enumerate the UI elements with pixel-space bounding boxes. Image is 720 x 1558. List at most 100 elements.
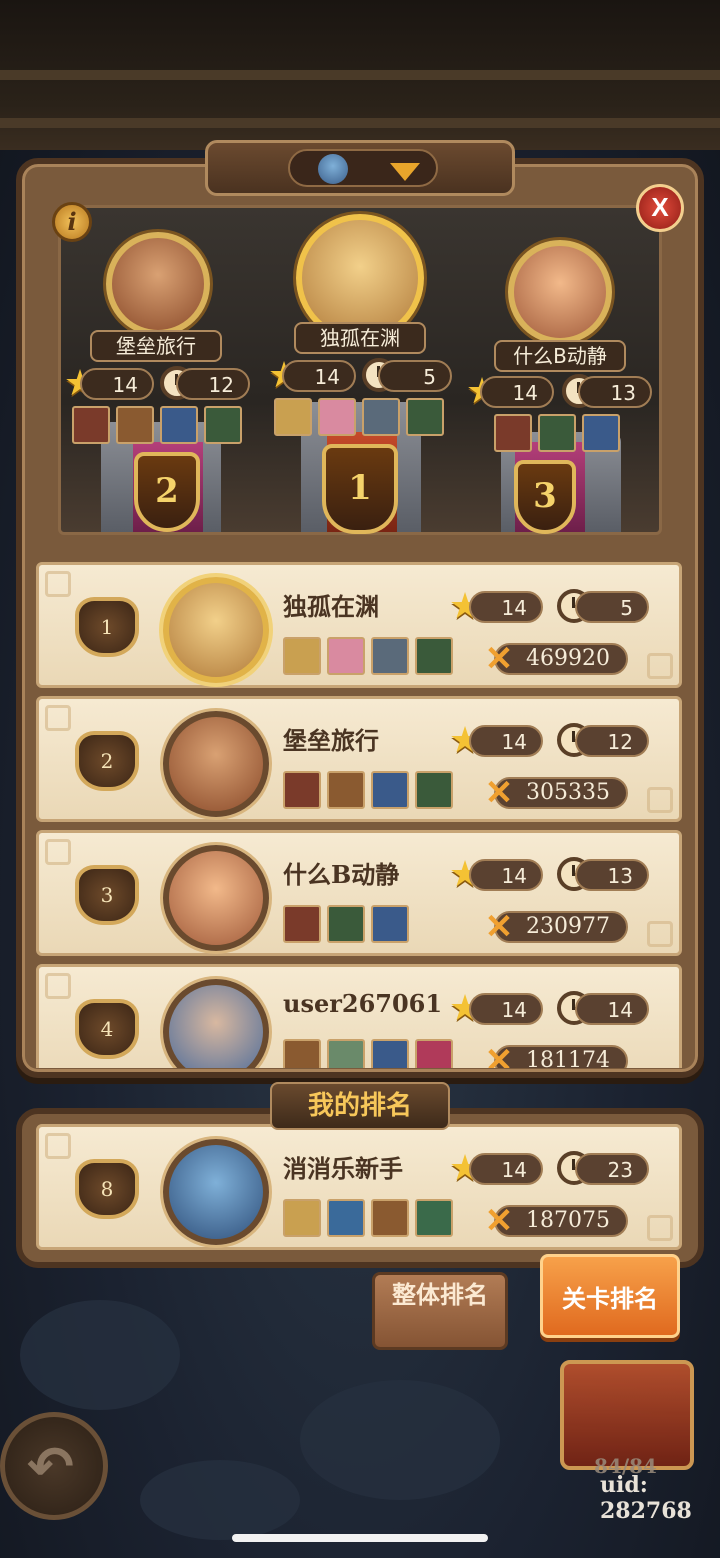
user-id: uid: 282768 xyxy=(600,1472,692,1524)
podium-time-second: 12 xyxy=(176,368,250,400)
player-avatar[interactable] xyxy=(163,711,269,817)
stars-pill: 14 xyxy=(469,591,543,623)
hero-thumb xyxy=(371,771,409,809)
hero-thumb xyxy=(283,1039,321,1068)
ranking-row[interactable]: 1 独孤在渊 ★ 14 5 469920 ✕ xyxy=(36,562,682,688)
score-value: 230977 xyxy=(526,914,610,939)
player-name: 消消乐新手 xyxy=(283,1154,403,1183)
score-value: 469920 xyxy=(526,646,610,671)
podium-name-first: 独孤在渊 xyxy=(294,322,426,354)
row-ornament xyxy=(45,839,71,865)
player-avatar[interactable] xyxy=(163,1139,269,1245)
score-value: 305335 xyxy=(526,780,610,805)
rank-shield-second: 2 xyxy=(134,452,200,532)
swords-icon: ✕ xyxy=(484,908,514,946)
hero-thumb xyxy=(283,1199,321,1237)
hero-thumb xyxy=(494,414,532,452)
chevron-down-icon xyxy=(390,163,420,181)
podium-time-first: 5 xyxy=(378,360,452,392)
tab-overall-ranking[interactable]: 整体排名 xyxy=(372,1272,508,1350)
row-ornament xyxy=(647,1215,673,1241)
hero-thumb xyxy=(327,1039,365,1068)
my-rank-title: 我的排名 xyxy=(270,1082,450,1130)
ranking-row[interactable]: 3 什么B动静 ★ 14 13 230977 ✕ xyxy=(36,830,682,956)
rank-badge: 4 xyxy=(75,999,139,1059)
my-rank-container: 8 消消乐新手 ★ 14 23 187075 ✕ xyxy=(36,1124,684,1256)
close-button[interactable]: X xyxy=(636,184,684,232)
hero-thumb xyxy=(415,1039,453,1068)
podium-avatar-second[interactable] xyxy=(106,232,210,336)
stars-pill: 14 xyxy=(469,859,543,891)
rank-badge: 2 xyxy=(75,731,139,791)
info-button[interactable]: i xyxy=(52,202,92,242)
back-arrow-icon: ↶ xyxy=(27,1435,74,1500)
home-indicator[interactable] xyxy=(232,1534,488,1542)
podium-name-third: 什么B动静 xyxy=(494,340,626,372)
rank-badge: 3 xyxy=(75,865,139,925)
time-pill: 23 xyxy=(575,1153,649,1185)
player-avatar[interactable] xyxy=(163,845,269,951)
hero-thumb xyxy=(204,406,242,444)
stars-value: 14 xyxy=(512,381,538,405)
tab-stage-ranking[interactable]: 关卡排名 xyxy=(540,1254,680,1338)
player-avatar[interactable] xyxy=(163,979,269,1068)
hero-thumb xyxy=(371,1039,409,1068)
row-ornament xyxy=(647,921,673,947)
hero-thumb xyxy=(327,905,365,943)
score-value: 187075 xyxy=(526,1208,610,1233)
hero-thumb xyxy=(283,637,321,675)
stars-value: 14 xyxy=(314,365,340,389)
row-ornament xyxy=(45,973,71,999)
rank-shield-first: 1 xyxy=(322,444,398,534)
time-pill: 13 xyxy=(575,859,649,891)
player-name: 堡垒旅行 xyxy=(283,726,379,755)
rank-badge: 8 xyxy=(75,1159,139,1219)
hero-thumb xyxy=(72,406,110,444)
ranking-row[interactable]: 2 堡垒旅行 ★ 14 12 305335 ✕ xyxy=(36,696,682,822)
podium-time-third: 13 xyxy=(578,376,652,408)
time-value: 5 xyxy=(620,596,633,620)
stars-pill: 14 xyxy=(469,725,543,757)
podium-stars-third: 14 xyxy=(480,376,554,408)
hero-thumb xyxy=(283,771,321,809)
hero-thumb xyxy=(371,905,409,943)
time-pill: 14 xyxy=(575,993,649,1025)
hero-thumb xyxy=(160,406,198,444)
row-ornament xyxy=(45,1133,71,1159)
time-value: 5 xyxy=(423,365,436,389)
hero-thumb xyxy=(415,637,453,675)
ranking-row[interactable]: 4 user267061 ★ 14 14 181174 ✕ xyxy=(36,964,682,1068)
back-button[interactable]: ↶ xyxy=(0,1412,108,1520)
hero-thumb xyxy=(327,637,365,675)
stage-selector[interactable] xyxy=(205,140,515,196)
player-name: 独孤在渊 xyxy=(283,592,379,621)
stars-value: 14 xyxy=(501,998,527,1022)
background-rock xyxy=(140,1460,300,1540)
player-avatar[interactable] xyxy=(163,577,269,683)
hero-thumb xyxy=(327,771,365,809)
stage-dropdown[interactable] xyxy=(288,149,438,187)
player-name: 什么B动静 xyxy=(283,860,400,889)
time-pill: 12 xyxy=(575,725,649,757)
time-value: 13 xyxy=(607,864,633,888)
swords-icon: ✕ xyxy=(484,1202,514,1240)
swords-icon: ✕ xyxy=(484,774,514,812)
hero-thumb xyxy=(116,406,154,444)
row-ornament xyxy=(45,571,71,597)
stage-boss-avatar xyxy=(318,154,348,184)
swords-icon: ✕ xyxy=(484,1042,514,1068)
swords-icon: ✕ xyxy=(484,640,514,678)
podium-stars-first: 14 xyxy=(282,360,356,392)
hero-thumb xyxy=(274,398,312,436)
time-value: 14 xyxy=(607,998,633,1022)
stars-value: 14 xyxy=(501,730,527,754)
score-value: 181174 xyxy=(526,1048,610,1068)
hero-thumb xyxy=(415,1199,453,1237)
podium-name-second: 堡垒旅行 xyxy=(90,330,222,362)
stars-value: 14 xyxy=(501,596,527,620)
stars-value: 14 xyxy=(501,864,527,888)
my-rank-row[interactable]: 8 消消乐新手 ★ 14 23 187075 ✕ xyxy=(36,1124,682,1250)
ranking-list[interactable]: 1 独孤在渊 ★ 14 5 469920 ✕ 2 堡垒旅行 ★ 14 12 30… xyxy=(36,560,684,1068)
hero-thumb xyxy=(327,1199,365,1237)
podium-avatar-third[interactable] xyxy=(508,240,612,344)
